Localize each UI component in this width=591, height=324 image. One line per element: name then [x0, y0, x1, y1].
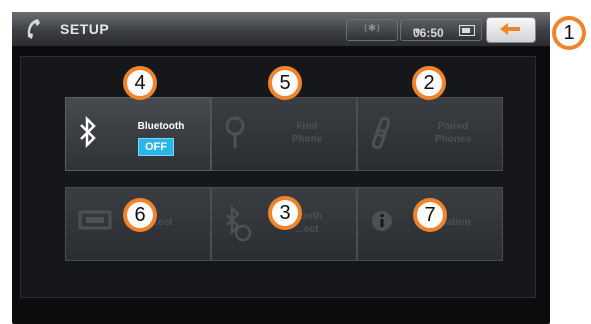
info-icon — [372, 211, 392, 231]
callout-5: 5 — [268, 66, 302, 100]
paired-phones-label: Paired Phones — [408, 120, 498, 146]
callout-3: 3 — [268, 196, 302, 230]
bluetooth-label: Bluetooth — [137, 121, 185, 132]
bluetooth-status-indicator: (✱) — [346, 19, 398, 41]
clock-suffix: m — [413, 26, 421, 35]
page-title: SETUP — [60, 21, 110, 37]
back-button[interactable] — [486, 17, 536, 43]
clock-display: 06:50 m — [400, 19, 482, 41]
link-icon — [371, 116, 391, 150]
phone-icon — [27, 19, 40, 39]
find-phone-label-line2: Phone — [291, 134, 323, 145]
bluetooth-disconnect-icon — [226, 206, 252, 242]
bluetooth-icon — [80, 116, 96, 148]
find-phone-label-line1: Find — [296, 121, 318, 132]
find-phone-label: Find Phone — [262, 120, 352, 146]
battery-icon — [459, 25, 475, 36]
device-icon — [78, 210, 112, 230]
bluetooth-status-text: (✱) — [363, 23, 381, 34]
callout-4: 4 — [123, 66, 157, 100]
device-screen: SETUP (✱) 06:50 m Bluetooth OFF Find Pho… — [12, 12, 550, 324]
top-bar: SETUP (✱) 06:50 m — [12, 12, 550, 47]
paired-phones-tile[interactable]: Paired Phones — [357, 97, 503, 171]
bluetooth-state-badge: OFF — [138, 138, 174, 156]
search-icon — [225, 116, 245, 148]
callout-2: 2 — [412, 66, 446, 100]
callout-6: 6 — [123, 198, 157, 232]
callout-7: 7 — [413, 198, 447, 232]
paired-phones-label-line1: Paired — [437, 121, 469, 132]
callout-1: 1 — [552, 16, 586, 50]
paired-phones-label-line2: Phones — [434, 134, 472, 145]
bluetooth-tile[interactable]: Bluetooth OFF — [65, 97, 211, 171]
back-arrow-icon — [500, 23, 520, 35]
find-phone-tile[interactable]: Find Phone — [211, 97, 357, 171]
